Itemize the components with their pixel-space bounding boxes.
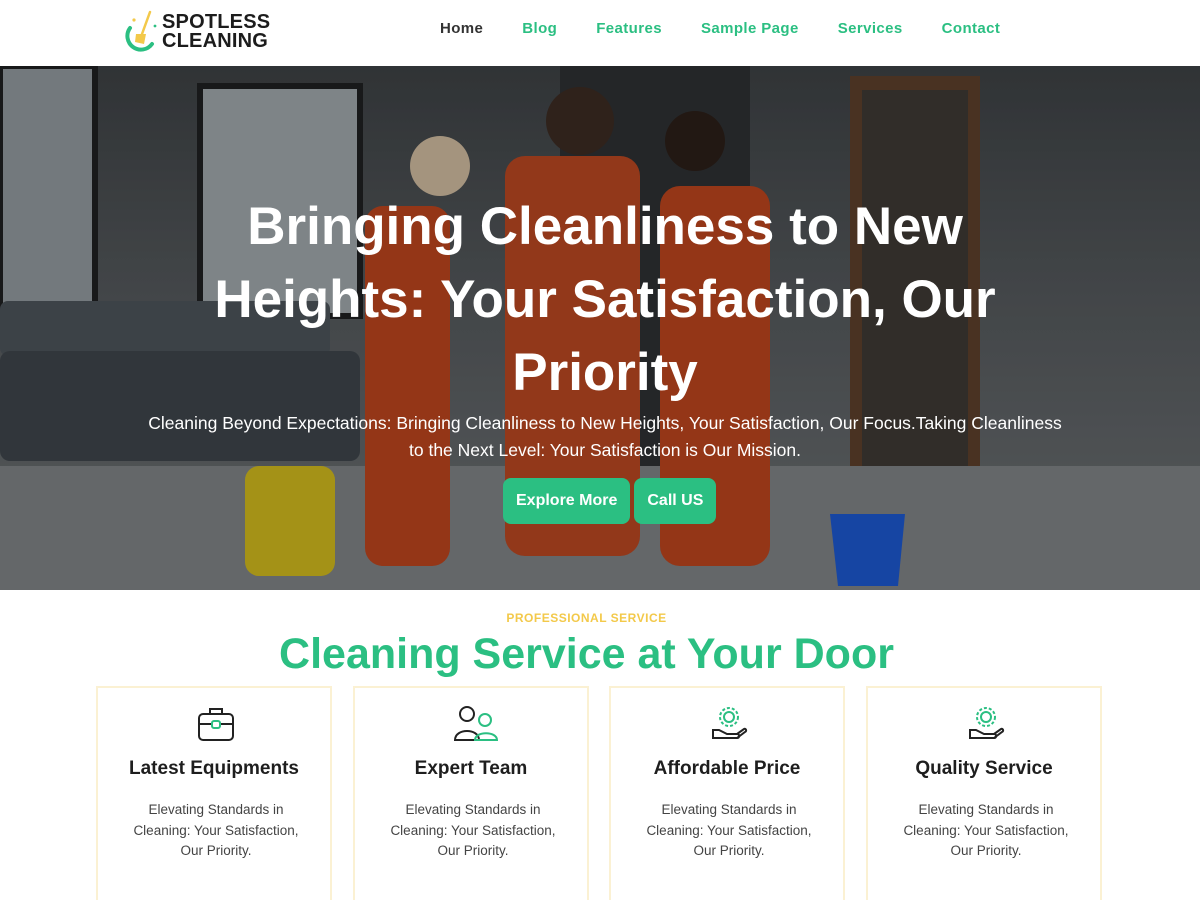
hero-title-line-2: Heights: Your Satisfaction, Our	[214, 270, 996, 329]
hero-subtitle-line-1: Cleaning Beyond Expectations: Bringing C…	[148, 413, 1062, 433]
gear-hand-icon	[966, 704, 1006, 744]
hero-title-line-1: Bringing Cleanliness to New	[247, 197, 963, 256]
nav-services[interactable]: Services	[838, 20, 903, 37]
service-card-quality: Quality Service Elevating Standards in C…	[866, 686, 1102, 900]
card-text: Elevating Standards in Cleaning: Your Sa…	[903, 802, 1069, 858]
hero-section: Bringing Cleanliness to New Heights: You…	[0, 66, 1200, 590]
gear-hand-icon	[709, 704, 749, 744]
logo-line-2: CLEANING	[162, 30, 269, 52]
card-text: Elevating Standards in Cleaning: Your Sa…	[390, 802, 556, 858]
team-icon	[453, 704, 499, 744]
nav-sample-page[interactable]: Sample Page	[701, 20, 799, 37]
section-eyebrow: PROFESSIONAL SERVICE	[506, 611, 667, 625]
broom-logo-icon	[122, 10, 158, 54]
hero-subtitle: Cleaning Beyond Expectations: Bringing C…	[140, 410, 1070, 464]
hero-title: Bringing Cleanliness to New Heights: You…	[150, 190, 1060, 409]
card-title: Latest Equipments	[129, 758, 299, 779]
service-card-price: Affordable Price Elevating Standards in …	[609, 686, 845, 900]
logo[interactable]: SPOTLESS CLEANING	[122, 10, 270, 54]
logo-text: SPOTLESS CLEANING	[162, 12, 270, 52]
card-text: Elevating Standards in Cleaning: Your Sa…	[133, 802, 299, 858]
hero-subtitle-line-2: to the Next Level: Your Satisfaction is …	[409, 440, 801, 460]
card-title: Quality Service	[915, 758, 1053, 779]
call-us-button[interactable]: Call US	[634, 478, 717, 524]
hero-buttons: Explore More Call US	[503, 478, 720, 524]
main-nav: Home Blog Features Sample Page Services …	[440, 20, 1039, 37]
explore-more-button[interactable]: Explore More	[503, 478, 631, 524]
card-title: Affordable Price	[653, 758, 801, 779]
card-title: Expert Team	[414, 758, 528, 779]
nav-contact[interactable]: Contact	[942, 20, 1001, 37]
site-header: SPOTLESS CLEANING Home Blog Features Sam…	[0, 0, 1200, 66]
hero-title-line-3: Priority	[512, 343, 698, 402]
service-card-equipments: Latest Equipments Elevating Standards in…	[96, 686, 332, 900]
section-title: Cleaning Service at Your Door	[279, 630, 894, 678]
card-text: Elevating Standards in Cleaning: Your Sa…	[646, 802, 812, 858]
nav-home[interactable]: Home	[440, 20, 483, 37]
nav-features[interactable]: Features	[596, 20, 662, 37]
toolbox-icon	[196, 704, 236, 744]
service-card-team: Expert Team Elevating Standards in Clean…	[353, 686, 589, 900]
nav-blog[interactable]: Blog	[522, 20, 557, 37]
